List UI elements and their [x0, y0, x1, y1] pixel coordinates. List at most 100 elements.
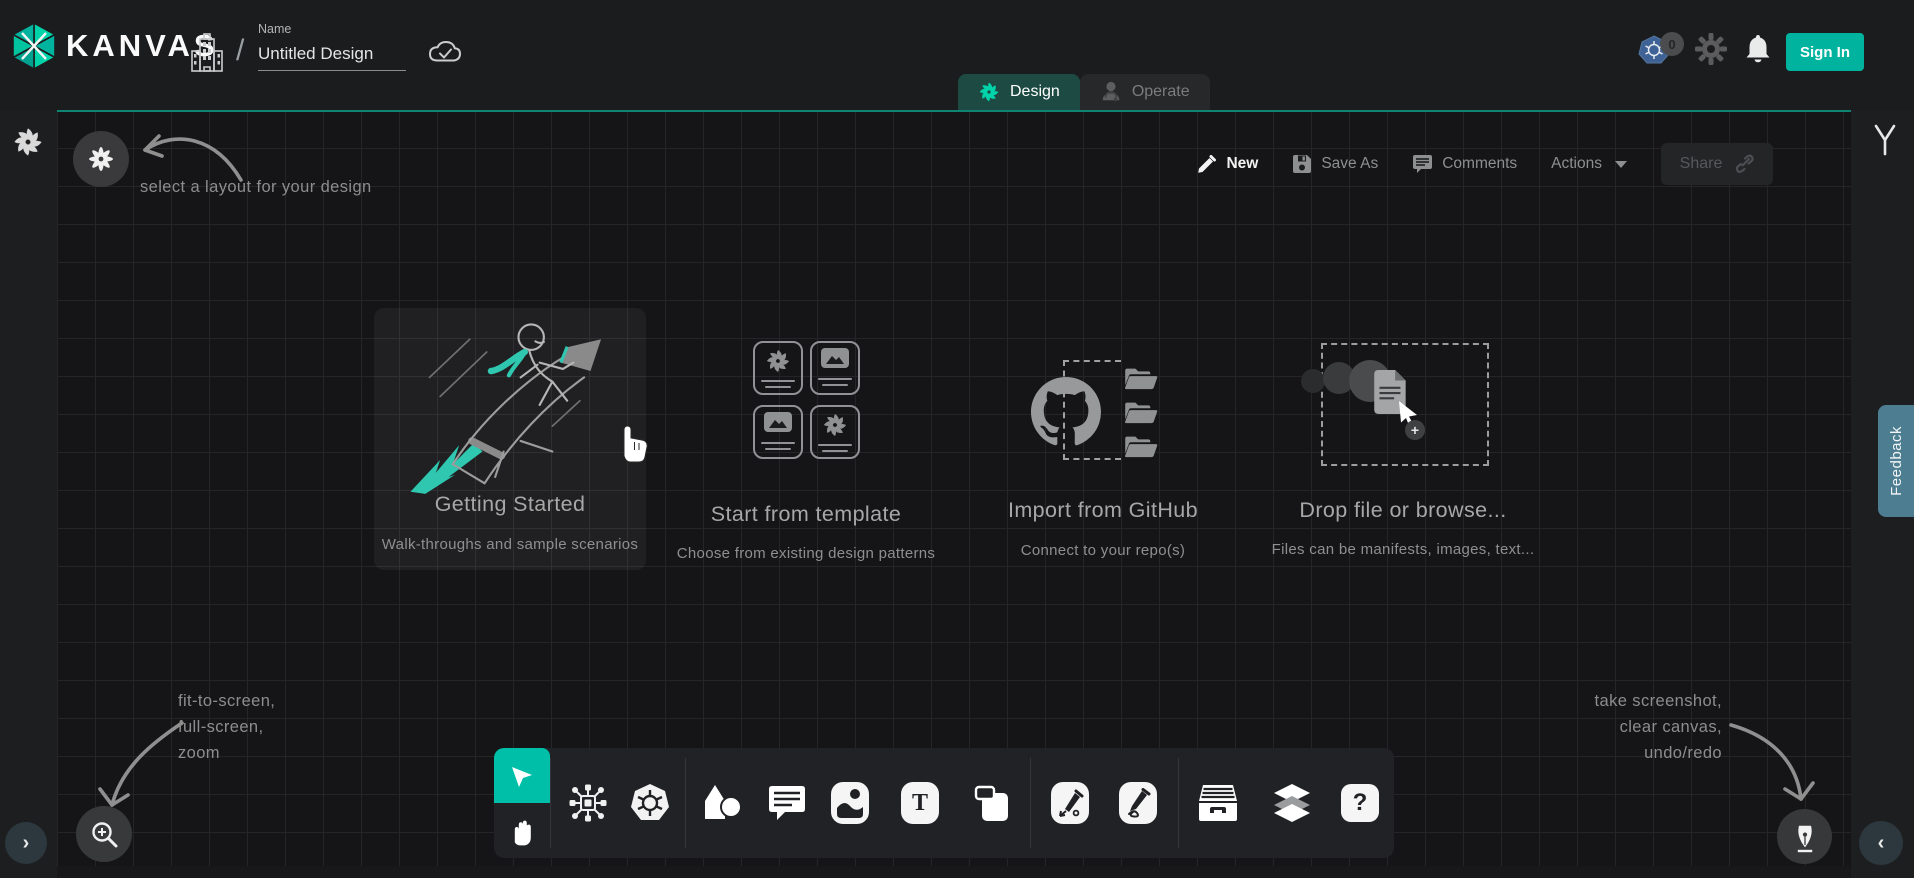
sketch-tool[interactable]: [1116, 781, 1160, 825]
rocket-illustration: [390, 316, 630, 496]
template-tile-image: [810, 341, 860, 395]
kubernetes-context-badge: 0: [1660, 32, 1684, 56]
template-image-icon: [821, 348, 849, 370]
expand-left-panel-button[interactable]: ›: [5, 822, 47, 864]
layout-flower-icon: [87, 145, 115, 173]
github-title: Import from GitHub: [955, 498, 1251, 523]
collapse-right-panel-button[interactable]: ‹: [1859, 821, 1903, 865]
getting-started-card[interactable]: [374, 308, 646, 570]
kubernetes-wheel-icon: [629, 782, 671, 824]
design-name-input[interactable]: [258, 42, 406, 71]
shapes-tool[interactable]: [700, 781, 744, 825]
hand-cursor-icon: [612, 416, 654, 464]
drawer-tool[interactable]: [1196, 781, 1240, 825]
text-tool[interactable]: T: [898, 781, 942, 825]
toolbar-divider: [550, 758, 551, 848]
merge-handle-icon[interactable]: [1869, 122, 1901, 158]
drop-title: Drop file or browse...: [1255, 498, 1551, 523]
pen-tool-box: [1051, 782, 1089, 824]
drop-trail-circle-1: [1301, 369, 1325, 393]
template-tile-design-2: [810, 405, 860, 459]
gear-icon[interactable]: [1694, 32, 1728, 66]
design-name-label: Name: [258, 22, 408, 36]
template-spiral-icon-2: [822, 412, 848, 438]
layers-icon: [1271, 782, 1313, 824]
pencil-icon: [1197, 154, 1217, 174]
comment-bubble-icon: [767, 784, 807, 822]
notifications-bell-icon[interactable]: [1742, 32, 1774, 66]
component-tool[interactable]: [566, 781, 610, 825]
help-tool[interactable]: ?: [1338, 781, 1382, 825]
new-label: New: [1226, 155, 1258, 173]
cloud-sync-icon: [424, 38, 464, 68]
github-subtitle: Connect to your repo(s): [955, 542, 1251, 559]
feedback-label: Feedback: [1888, 426, 1905, 496]
text-tool-box: T: [901, 782, 939, 824]
image-icon: [835, 786, 865, 820]
getting-started-subtitle: Walk-throughs and sample scenarios: [364, 536, 656, 553]
actions-hint-line-2: clear canvas,: [1450, 714, 1722, 740]
sign-in-button[interactable]: Sign In: [1786, 33, 1864, 71]
zoom-hint-line-3: zoom: [178, 740, 275, 766]
template-tile-image-2: [753, 405, 803, 459]
share-button[interactable]: Share: [1661, 143, 1773, 185]
pencil-sketch-icon: [1124, 788, 1152, 818]
zoom-hint-line-1: fit-to-screen,: [178, 688, 275, 714]
template-subtitle: Choose from existing design patterns: [660, 545, 952, 562]
zoom-hint-line-2: full-screen,: [178, 714, 275, 740]
image-tool[interactable]: [828, 781, 872, 825]
meshery-spiral-icon[interactable]: [12, 126, 44, 158]
actions-dropdown[interactable]: Actions: [1551, 155, 1627, 173]
actions-hint-line-3: undo/redo: [1450, 740, 1722, 766]
design-spiral-icon: [978, 81, 1000, 103]
select-tool[interactable]: [494, 748, 550, 803]
tab-operate[interactable]: Operate: [1080, 74, 1210, 110]
comments-icon: [1412, 154, 1433, 174]
comments-button[interactable]: Comments: [1412, 154, 1517, 174]
toolbar-divider: [1178, 758, 1179, 848]
repo-folder-icon-1: [1122, 364, 1160, 390]
actions-label: Actions: [1551, 155, 1602, 173]
drawer-icon: [1197, 783, 1239, 823]
layout-button[interactable]: [73, 131, 129, 187]
chevron-left-icon: ‹: [1878, 833, 1885, 853]
repo-folder-icon-3: [1122, 432, 1160, 458]
canvas-toolbar: New Save As Comments Actions: [1197, 143, 1773, 185]
design-name-field: Name: [258, 22, 408, 71]
layers-tool[interactable]: [1270, 781, 1314, 825]
save-as-button[interactable]: Save As: [1292, 154, 1378, 174]
kubernetes-context-button[interactable]: 0: [1638, 34, 1684, 70]
template-title: Start from template: [660, 502, 952, 527]
cursor-arrow-icon: [509, 763, 535, 789]
template-image-icon-2: [764, 412, 792, 434]
help-glyph: ?: [1353, 789, 1368, 817]
toolbar-divider: [1030, 758, 1031, 848]
zoom-hint-arrow: [90, 715, 190, 820]
help-tool-box: ?: [1341, 784, 1379, 822]
save-icon: [1292, 154, 1312, 174]
canvas-bottom-band: [57, 866, 1851, 878]
new-button[interactable]: New: [1197, 154, 1258, 174]
template-tile-design: [753, 341, 803, 395]
hand-icon: [508, 815, 536, 847]
operate-headset-icon: [1100, 80, 1122, 104]
template-spiral-icon: [765, 348, 791, 374]
note-tool[interactable]: [970, 781, 1014, 825]
kubernetes-tool[interactable]: [628, 781, 672, 825]
plus-badge-icon: +: [1405, 420, 1425, 440]
pen-tool[interactable]: [1048, 781, 1092, 825]
actions-hint-arrow: [1725, 715, 1825, 815]
design-canvas[interactable]: New Save As Comments Actions: [57, 110, 1851, 866]
comment-tool[interactable]: [765, 781, 809, 825]
kanvas-app: KANVAS / Name: [0, 0, 1914, 878]
pan-hand-tool[interactable]: [494, 803, 550, 858]
annotate-pen-button[interactable]: [1777, 809, 1832, 864]
feedback-tab[interactable]: Feedback: [1878, 405, 1914, 517]
toolbar-divider: [685, 758, 686, 848]
app-header: KANVAS / Name: [0, 0, 1914, 110]
organization-icon[interactable]: [188, 33, 226, 77]
tab-design[interactable]: Design: [958, 74, 1080, 110]
fountain-pen-nib-icon: [1789, 820, 1821, 854]
magnifier-plus-icon: [89, 819, 119, 849]
chevron-down-icon: [1615, 161, 1627, 168]
